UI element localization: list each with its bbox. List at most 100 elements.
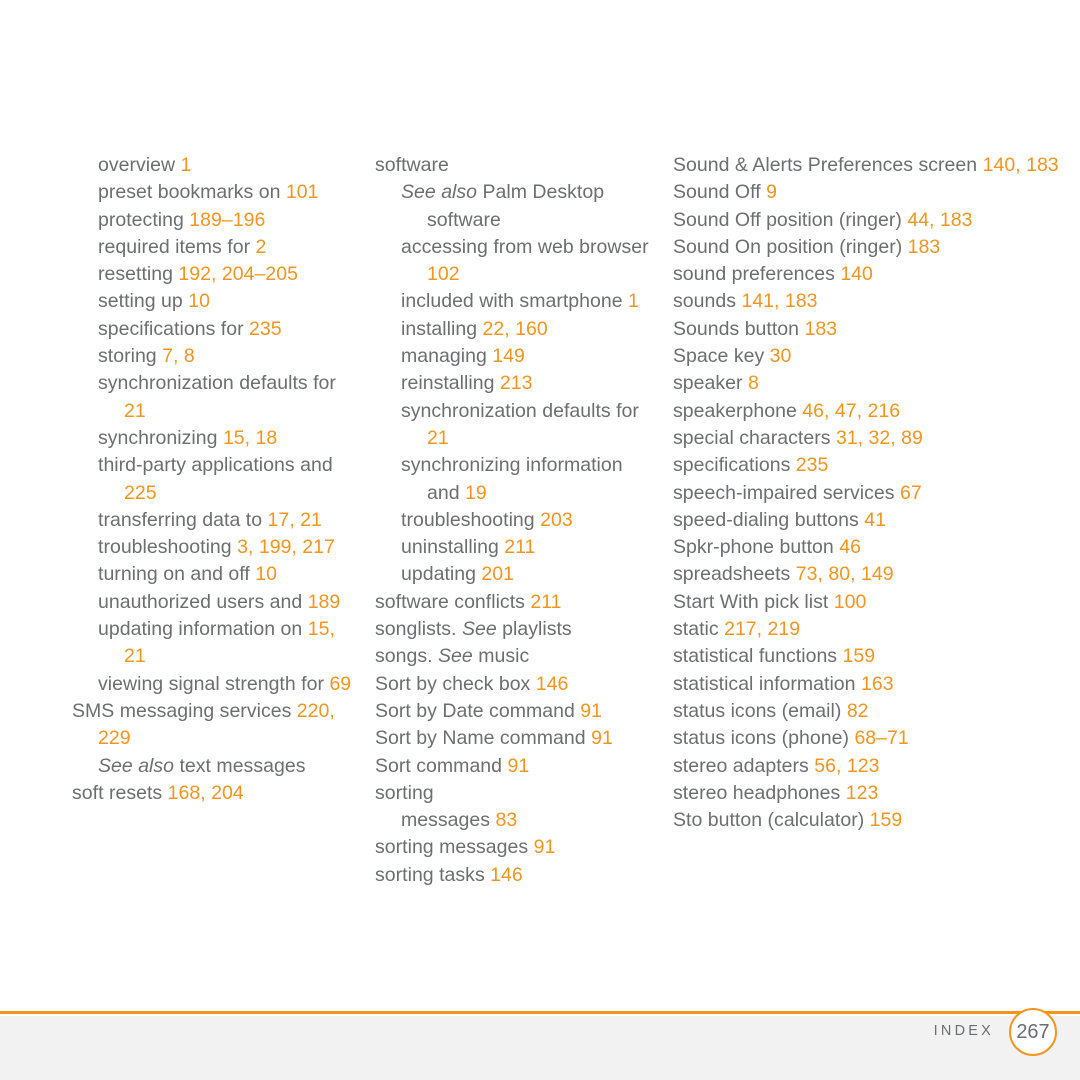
index-entry: Sort by Date command 91	[375, 699, 602, 722]
index-entry: setting up 10	[98, 290, 210, 313]
index-page-refs: 15, 21	[124, 618, 335, 668]
index-page-refs: 211	[504, 536, 536, 559]
index-page-refs: 159	[869, 809, 903, 832]
index-page-refs: 1	[628, 290, 639, 313]
index-entry: speaker 8	[673, 372, 759, 395]
index-page-refs: 163	[860, 672, 894, 695]
index-entry: See also Palm Desktop software	[401, 181, 605, 231]
index-page-refs: 1	[180, 154, 192, 176]
index-entry: required items for 2	[98, 235, 267, 258]
index-entry: storing 7, 8	[98, 345, 195, 368]
index-page-refs: 201	[481, 563, 515, 586]
index-page-refs: 68–71	[854, 727, 909, 750]
page-number: 267	[1016, 1021, 1050, 1043]
index-entry: Sounds button 183	[673, 317, 838, 340]
index-entry: Space key 30	[673, 345, 792, 368]
index-entry: sounds 141, 183	[673, 290, 818, 313]
index-entry: reinstalling 213	[401, 372, 533, 395]
index-entry: overview 1	[98, 154, 192, 176]
index-page: overview 1 preset bookmarks on 101 protect…	[0, 0, 1080, 1080]
index-entry: stereo adapters 56, 123	[673, 754, 880, 777]
index-page-refs: 217, 219	[724, 618, 801, 641]
index-page-refs: 220, 229	[98, 699, 335, 750]
index-page-refs: 141, 183	[741, 290, 818, 313]
index-page-refs: 101	[285, 181, 319, 204]
index-entry: songlists. See playlists	[375, 618, 572, 641]
index-page-refs: 91	[533, 836, 556, 859]
index-page-refs: 203	[540, 508, 573, 531]
index-page-refs: 10	[188, 290, 210, 313]
index-page-refs: 149	[492, 345, 525, 368]
index-page-refs: 91	[507, 754, 530, 777]
index-entry: updating 201	[401, 563, 515, 586]
index-entry: Sound Off position (ringer) 44, 183	[673, 208, 973, 231]
see-also-label: See also	[98, 754, 175, 777]
index-entry: status icons (phone) 68–71	[673, 727, 909, 750]
index-entry: transferring data to 17, 21	[98, 508, 322, 531]
index-entry: viewing signal strength for 69	[98, 672, 352, 695]
index-entry: included with smartphone 1	[401, 290, 639, 313]
index-entry: speakerphone 46, 47, 216	[673, 399, 901, 422]
index-entry: resetting 192, 204–205	[98, 263, 298, 286]
index-entry: managing 149	[401, 345, 525, 368]
index-entry: accessing from web browser 102	[401, 235, 649, 286]
index-page-refs: 91	[591, 727, 613, 750]
index-entry: turning on and off 10	[98, 563, 277, 586]
index-entry: statistical functions 159	[673, 645, 876, 668]
index-entry: messages 83	[401, 809, 518, 832]
index-page-refs: 10	[255, 563, 277, 586]
index-entry: Sound & Alerts Preferences screen 140, 1…	[673, 154, 1059, 176]
index-entry: statistical information 163	[673, 672, 894, 695]
index-page-refs: 3, 199, 217	[237, 536, 335, 559]
index-page-refs: 21	[427, 426, 449, 449]
index-page-refs: 159	[842, 645, 876, 668]
index-entry: sorting messages 91	[375, 836, 556, 859]
index-entry: speed-dialing buttons 41	[673, 508, 886, 531]
index-entry: troubleshooting 203	[401, 508, 573, 531]
footer-band	[0, 1016, 1080, 1080]
index-page-refs: 192, 204–205	[178, 263, 298, 286]
index-entry: synchronization defaults for 21	[98, 372, 336, 422]
index-page-refs: 30	[769, 345, 792, 368]
index-entry: songs. See music	[375, 645, 530, 668]
index-page-refs: 189	[307, 590, 341, 613]
index-page-refs: 82	[846, 699, 869, 722]
index-entry: sorting tasks 146	[375, 863, 523, 886]
footer-rule	[0, 1011, 1080, 1014]
page-footer: INDEX 267	[0, 1008, 1080, 1080]
index-page-refs: 102	[427, 263, 460, 286]
index-page-refs: 235	[795, 454, 829, 477]
index-page-refs: 225	[124, 481, 157, 504]
index-page-refs: 7, 8	[162, 345, 195, 368]
index-entry: Sort by check box 146	[375, 672, 569, 695]
index-entry: protecting 189–196	[98, 208, 266, 231]
index-entry: stereo headphones 123	[673, 781, 879, 804]
index-page-refs: 211	[530, 590, 562, 613]
index-entry: specifications for 235	[98, 317, 282, 340]
index-page-refs: 235	[249, 317, 282, 340]
index-entry: sorting	[375, 781, 434, 804]
index-entry: Sort command 91	[375, 754, 530, 777]
index-page-refs: 15, 18	[222, 426, 278, 449]
index-page-refs: 100	[833, 590, 867, 613]
index-column-1: overview 1 preset bookmarks on 101 protect…	[0, 152, 368, 889]
index-entry: updating information on 15, 21	[98, 618, 335, 668]
index-entry: spreadsheets 73, 80, 149	[673, 563, 894, 586]
index-page-refs: 183	[804, 317, 838, 340]
index-page-refs: 91	[580, 699, 602, 722]
index-entry: static 217, 219	[673, 618, 801, 641]
index-entry: uninstalling 211	[401, 536, 536, 559]
index-entry: Sound Off 9	[673, 181, 777, 204]
index-page-refs: 44, 183	[907, 208, 973, 231]
index-entry: synchronization defaults for 21	[401, 399, 639, 449]
index-entry: software conflicts 211	[375, 590, 562, 613]
index-page-refs: 69	[329, 672, 352, 695]
index-page-refs: 123	[845, 781, 879, 804]
index-entry: special characters 31, 32, 89	[673, 426, 923, 449]
index-entry: Start With pick list 100	[673, 590, 867, 613]
index-page-refs: 19	[465, 481, 487, 504]
index-page-refs: 140, 183	[982, 154, 1059, 176]
index-entry: Sto button (calculator) 159	[673, 809, 903, 832]
index-entry: See also text messages	[98, 754, 306, 777]
see-label: See	[461, 618, 497, 641]
